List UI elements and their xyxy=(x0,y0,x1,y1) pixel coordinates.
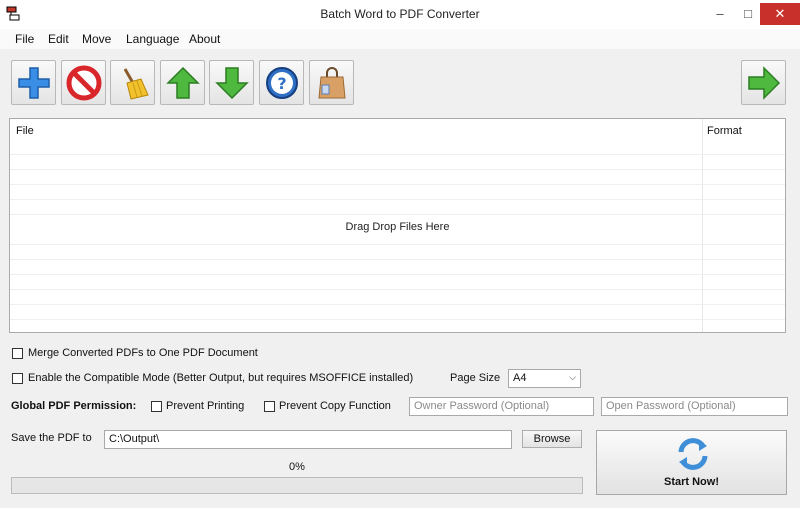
prevent-printing-label: Prevent Printing xyxy=(166,400,245,412)
move-down-icon xyxy=(215,67,249,100)
browse-button[interactable]: Browse xyxy=(522,430,582,448)
compatible-mode-checkbox[interactable] xyxy=(12,373,23,384)
progress-percent: 0% xyxy=(289,461,305,473)
row-divider xyxy=(10,214,785,215)
menu-file[interactable]: File xyxy=(15,32,34,46)
merge-checkbox[interactable] xyxy=(12,348,23,359)
prevent-copy-checkbox[interactable] xyxy=(264,401,275,412)
window-title: Batch Word to PDF Converter xyxy=(320,7,480,21)
row-divider xyxy=(10,244,785,245)
menu-about[interactable]: About xyxy=(189,32,220,46)
row-divider xyxy=(10,319,785,320)
page-size-label: Page Size xyxy=(450,372,501,384)
menu-edit[interactable]: Edit xyxy=(48,32,69,46)
remove-icon xyxy=(66,65,102,101)
compatible-mode-label: Enable the Compatible Mode (Better Outpu… xyxy=(28,372,414,384)
menu-move[interactable]: Move xyxy=(82,32,111,46)
row-divider xyxy=(10,169,785,170)
row-divider xyxy=(10,274,785,275)
move-up-button[interactable] xyxy=(160,60,205,105)
buy-button[interactable] xyxy=(309,60,354,105)
page-size-select[interactable]: A4 ⌵ xyxy=(508,369,581,388)
menu-language[interactable]: Language xyxy=(126,32,179,46)
title-bar: Batch Word to PDF Converter – □ ✕ xyxy=(0,0,800,30)
permission-label: Global PDF Permission: xyxy=(11,400,137,412)
refresh-icon xyxy=(678,438,708,470)
start-button[interactable]: Start Now! xyxy=(596,430,787,495)
file-list[interactable]: File Format Drag Drop Files Here xyxy=(9,118,786,333)
save-path-field[interactable]: C:\Output\ xyxy=(104,430,512,449)
row-divider xyxy=(10,289,785,290)
move-down-button[interactable] xyxy=(209,60,254,105)
minimize-button[interactable]: – xyxy=(706,0,734,28)
next-button[interactable] xyxy=(741,60,786,105)
merge-label: Merge Converted PDFs to One PDF Document xyxy=(28,347,258,359)
column-header-format[interactable]: Format xyxy=(707,125,742,137)
owner-password-field[interactable]: Owner Password (Optional) xyxy=(409,397,594,416)
buy-bag-icon xyxy=(318,67,346,99)
chevron-down-icon: ⌵ xyxy=(569,372,576,382)
remove-button[interactable] xyxy=(61,60,106,105)
start-label: Start Now! xyxy=(664,476,719,488)
prevent-printing-checkbox[interactable] xyxy=(151,401,162,412)
menu-bar: File Edit Move Language About xyxy=(0,29,800,49)
clear-list-button[interactable] xyxy=(110,60,155,105)
toolbar: ? xyxy=(0,60,800,106)
next-arrow-icon xyxy=(748,66,781,100)
maximize-button[interactable]: □ xyxy=(734,0,762,28)
save-label: Save the PDF to xyxy=(11,432,92,444)
clear-broom-icon xyxy=(123,68,149,100)
open-password-field[interactable]: Open Password (Optional) xyxy=(601,397,788,416)
page-size-value: A4 xyxy=(513,372,527,384)
row-divider xyxy=(10,259,785,260)
row-divider xyxy=(10,154,785,155)
svg-text:?: ? xyxy=(277,74,286,93)
add-files-button[interactable] xyxy=(11,60,56,105)
column-header-file[interactable]: File xyxy=(16,125,34,137)
help-button[interactable]: ? xyxy=(259,60,304,105)
help-icon: ? xyxy=(266,67,298,99)
row-divider xyxy=(10,184,785,185)
drop-hint: Drag Drop Files Here xyxy=(345,221,450,233)
add-icon xyxy=(18,67,50,99)
progress-bar xyxy=(11,477,583,494)
move-up-icon xyxy=(166,66,200,99)
prevent-copy-label: Prevent Copy Function xyxy=(279,400,391,412)
row-divider xyxy=(10,304,785,305)
row-divider xyxy=(10,199,785,200)
close-button[interactable]: ✕ xyxy=(760,3,800,25)
